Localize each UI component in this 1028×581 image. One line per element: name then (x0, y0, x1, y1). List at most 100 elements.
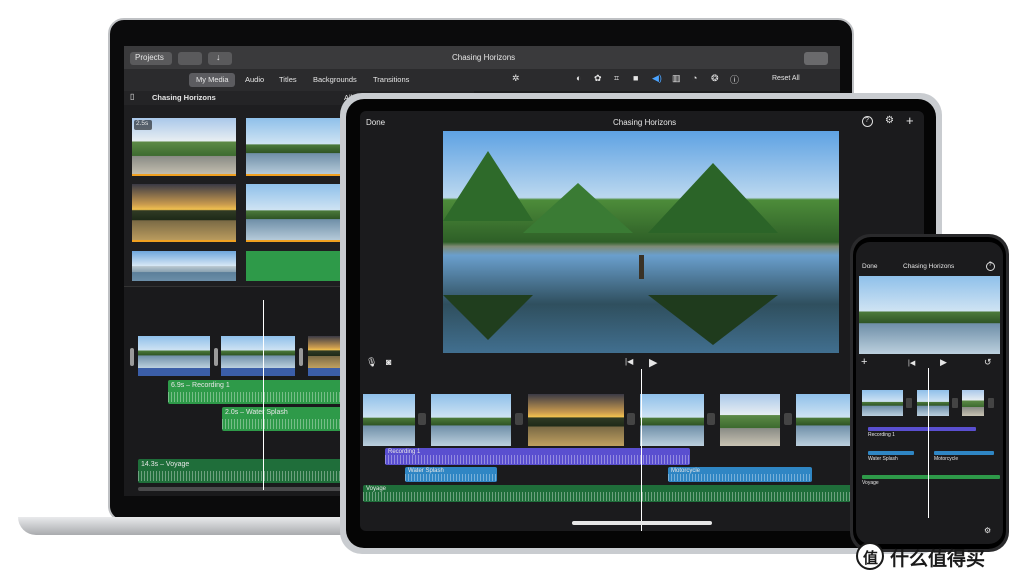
iphone-clip-transition[interactable] (988, 398, 994, 408)
clip-handle[interactable] (214, 348, 218, 366)
share-button[interactable] (804, 52, 828, 65)
media-thumb-audio[interactable] (246, 251, 342, 281)
filter-icon[interactable]: ❂ (711, 73, 719, 84)
mac-track-splash[interactable]: 2.0s – Water Splash (222, 407, 348, 431)
ipad-track-voyage[interactable]: Voyage (363, 485, 924, 502)
tab-my-media[interactable]: My Media (189, 73, 235, 87)
ipad-clip-3[interactable] (528, 394, 624, 446)
ipad-track-splash[interactable]: Water Splash (405, 467, 497, 482)
iphone-track-recording[interactable] (868, 427, 976, 431)
iphone-settings-icon[interactable]: ⚙ (984, 526, 991, 535)
karst-peak-mid (523, 183, 633, 233)
iphone-done-button[interactable]: Done (862, 263, 878, 270)
volume-icon[interactable]: ◀) (652, 73, 662, 84)
ipad-help-button[interactable]: ? (862, 116, 873, 127)
reset-all-button[interactable]: Reset All (772, 75, 800, 82)
tab-audio[interactable]: Audio (245, 75, 264, 84)
iphone-clip-3[interactable] (962, 390, 984, 416)
iphone-clip-transition[interactable] (952, 398, 958, 408)
ipad-clip-2[interactable] (431, 394, 511, 446)
iphone-help-button[interactable]: ? (986, 262, 995, 271)
ipad-track-recording-label: Recording 1 (388, 449, 421, 455)
ipad-clip-4[interactable] (640, 394, 704, 446)
library-title: Chasing Horizons (152, 93, 216, 102)
media-browser-button[interactable] (178, 52, 202, 65)
media-thumb-trees[interactable] (246, 118, 342, 176)
tab-my-media-label: My Media (196, 75, 229, 84)
ipad-clip-transition[interactable] (707, 413, 715, 425)
iphone-track-voyage[interactable] (862, 475, 1000, 479)
ipad-clip-transition[interactable] (515, 413, 523, 425)
ipad-add-icon[interactable]: + (906, 113, 914, 128)
tab-transitions[interactable]: Transitions (373, 75, 409, 84)
iphone-skip-back-icon[interactable]: |◀ (908, 359, 915, 367)
thumb-duration-label: 2.5s (136, 120, 149, 127)
ipad-clip-transition[interactable] (418, 413, 426, 425)
tab-titles[interactable]: Titles (279, 75, 297, 84)
media-thumb-river[interactable] (246, 184, 342, 242)
karst-reflection-right (648, 295, 778, 345)
iphone-track-motorcycle-label: Motorcycle (934, 456, 959, 462)
ipad-mic-icon[interactable]: 🎙 (366, 357, 377, 368)
mac-track-recording[interactable]: 6.9s – Recording 1 (168, 380, 348, 404)
crop-icon[interactable]: ⌗ (614, 73, 619, 84)
color-balance-icon[interactable]: ◐ (576, 73, 581, 83)
ipad-play-icon[interactable]: ▶ (649, 356, 657, 369)
ipad-clip-5[interactable] (720, 394, 780, 446)
mac-track-recording-label: 6.9s – Recording 1 (171, 382, 230, 389)
ipad-title: Chasing Horizons (613, 118, 677, 127)
iphone: Done Chasing Horizons ? + |◀ ▶ ↺ Recordi… (850, 234, 1009, 552)
equalizer-icon[interactable]: ▥ (672, 73, 681, 84)
ipad-settings-icon[interactable]: ⚙ (885, 115, 894, 126)
clip-audio-strip (221, 368, 295, 376)
iphone-clip-transition[interactable] (906, 398, 912, 408)
person-figure (639, 255, 644, 279)
thumb-used-bar (246, 174, 342, 176)
ipad-skip-back-icon[interactable]: |◀ (625, 357, 633, 366)
ipad-track-voyage-label: Voyage (366, 486, 387, 492)
projects-button[interactable]: Projects (130, 52, 172, 65)
stabilization-icon[interactable]: ■ (633, 73, 638, 83)
media-thumb-sunset[interactable] (132, 184, 236, 242)
ipad-camera-icon[interactable]: ◙ (386, 357, 391, 367)
media-thumb-mountain[interactable] (132, 251, 236, 281)
thumb-used-bar (132, 240, 236, 242)
ipad-track-recording[interactable]: Recording 1 (385, 448, 690, 465)
mac-playhead[interactable] (263, 300, 264, 490)
magic-wand-icon[interactable]: ✲ (512, 73, 520, 84)
karst-peak-right (648, 163, 778, 233)
iphone-playhead[interactable] (928, 368, 929, 518)
ipad-track-splash-label: Water Splash (408, 468, 444, 474)
clip-handle[interactable] (299, 348, 303, 366)
ipad-clip-transition[interactable] (784, 413, 792, 425)
timeline-clip-2[interactable] (221, 336, 295, 368)
timeline-clip-1[interactable] (138, 336, 210, 368)
mac-scrollbar[interactable] (138, 487, 348, 491)
iphone-track-recording-label: Recording 1 (868, 432, 895, 438)
iphone-track-motorcycle[interactable] (934, 451, 994, 455)
ipad-clip-1[interactable] (363, 394, 415, 446)
mac-track-voyage[interactable]: 14.3s – Voyage (138, 459, 348, 483)
tab-backgrounds[interactable]: Backgrounds (313, 75, 357, 84)
color-correction-icon[interactable]: ✿ (594, 73, 602, 84)
karst-peak-left (443, 151, 533, 221)
ipad-screen: Done Chasing Horizons ? ⚙ + 🎙 ◙ |◀ ▶ Rec… (360, 111, 924, 531)
iphone-clip-2[interactable] (917, 390, 949, 416)
import-button[interactable]: ↓ (208, 52, 232, 65)
iphone-add-icon[interactable]: + (861, 356, 867, 368)
sidebar-toggle-icon[interactable]: ▯ (130, 92, 134, 101)
clip-handle[interactable] (130, 348, 134, 366)
ipad-viewer[interactable] (443, 131, 839, 353)
ipad-clip-transition[interactable] (627, 413, 635, 425)
ipad-track-motorcycle[interactable]: Motorcycle (668, 467, 812, 482)
iphone-track-splash[interactable] (868, 451, 914, 455)
ipad-done-button[interactable]: Done (366, 118, 385, 127)
iphone-play-icon[interactable]: ▶ (940, 357, 947, 368)
projects-button-label: Projects (135, 53, 164, 62)
ipad-playhead[interactable] (641, 369, 642, 531)
speed-icon[interactable]: ◔ (692, 73, 697, 83)
iphone-undo-icon[interactable]: ↺ (984, 357, 992, 368)
info-icon[interactable]: ⓘ (730, 73, 739, 86)
iphone-clip-1[interactable] (862, 390, 903, 416)
iphone-viewer[interactable] (859, 276, 1000, 354)
